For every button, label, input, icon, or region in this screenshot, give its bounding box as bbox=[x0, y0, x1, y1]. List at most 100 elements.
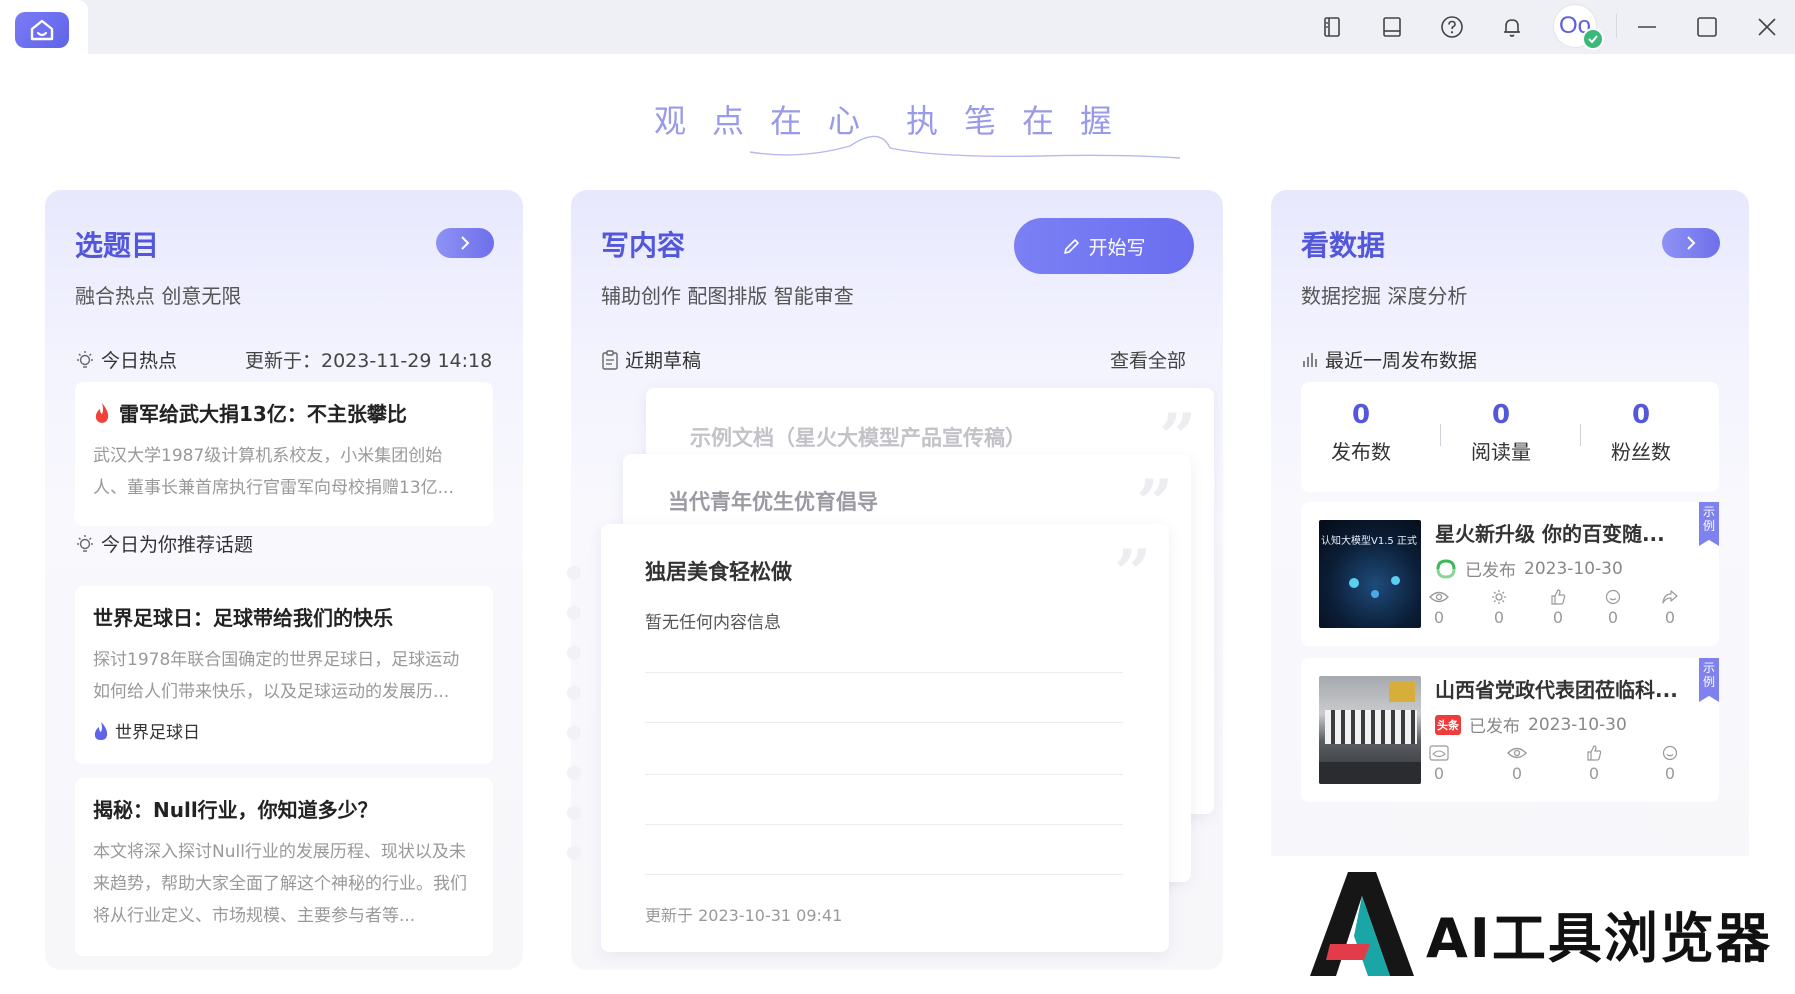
start-writing-button[interactable]: 开始写 bbox=[1014, 218, 1194, 274]
bar-chart-icon bbox=[1303, 352, 1317, 367]
article-status: 已发布 bbox=[1465, 561, 1516, 581]
bell-icon[interactable] bbox=[1495, 10, 1529, 44]
minimize-icon[interactable] bbox=[1630, 10, 1664, 44]
article-thumbnail: 认知大模型V1.5 正式 bbox=[1319, 520, 1421, 628]
data-card: 看数据 数据挖掘 深度分析 最近一周发布数据 0 发布数 0 阅读量 0 粉丝数… bbox=[1271, 190, 1749, 970]
article-status: 已发布 bbox=[1469, 717, 1520, 737]
verified-badge-icon bbox=[1582, 28, 1604, 50]
article-card[interactable]: 山西省党政代表团莅临科... 头条 已发布 2023-10-30 0 0 0 0… bbox=[1301, 658, 1719, 802]
draft-title: 示例文档（星火大模型产品宣传稿） bbox=[690, 426, 1026, 450]
slogan: 观 点 在 心 执 笔 在 握 bbox=[640, 96, 1180, 159]
metric-likes: 0 bbox=[1538, 586, 1578, 627]
home-button[interactable] bbox=[15, 12, 69, 48]
recommend-desc: 本文将深入探讨Null行业的发展历程、现状以及未来趋势，帮助大家全面了解这个神秘… bbox=[93, 842, 467, 926]
stat-value: 0 bbox=[1351, 400, 1371, 430]
stat-value: 0 bbox=[1491, 400, 1511, 430]
update-time: 更新于：2023-11-29 14:18 bbox=[245, 350, 493, 372]
metric-value: 0 bbox=[1664, 608, 1676, 627]
stat-reads: 0 阅读量 bbox=[1441, 400, 1561, 465]
card-title: 选题目 bbox=[75, 229, 160, 262]
home-icon bbox=[30, 19, 54, 41]
metric-likes: 0 bbox=[1574, 742, 1614, 783]
draft-title: 独居美食轻松做 bbox=[645, 560, 792, 584]
article-card[interactable]: 认知大模型V1.5 正式 星火新升级 你的百变随... 已发布 2023-10-… bbox=[1301, 502, 1719, 646]
stat-label: 发布数 bbox=[1331, 440, 1391, 464]
card-title: 写内容 bbox=[601, 229, 686, 262]
help-icon[interactable] bbox=[1435, 10, 1469, 44]
week-data-label: 最近一周发布数据 bbox=[1325, 350, 1478, 372]
metric-shares: 0 bbox=[1479, 586, 1519, 627]
draft-body: 暂无任何内容信息 bbox=[645, 613, 781, 633]
toutiao-badge-text: 头条 bbox=[1437, 718, 1459, 732]
binding-hole bbox=[567, 686, 581, 700]
title-bar: Oo bbox=[0, 0, 1795, 54]
thumb-up-icon bbox=[1551, 589, 1566, 605]
recommend-desc: 探讨1978年联合国确定的世界足球日，足球运动如何给人们带来快乐，以及足球运动的… bbox=[93, 650, 460, 702]
chevron-right-icon bbox=[1687, 236, 1696, 250]
slogan-char: 观 bbox=[654, 102, 707, 140]
divider bbox=[645, 774, 1123, 775]
stat-label: 阅读量 bbox=[1471, 440, 1531, 464]
stat-label: 粉丝数 bbox=[1611, 440, 1671, 464]
article-date: 2023-10-30 bbox=[1524, 558, 1623, 579]
divider bbox=[645, 824, 1123, 825]
article-thumbnail bbox=[1319, 676, 1421, 784]
recommend-card[interactable]: 揭秘：Null行业，你知道多少？ 本文将深入探讨Null行业的发展历程、现状以及… bbox=[75, 778, 493, 956]
data-more-button[interactable] bbox=[1662, 228, 1720, 258]
bulb-icon bbox=[77, 350, 93, 368]
watermark: AI工具浏览器 bbox=[1266, 856, 1795, 994]
metric-value: 0 bbox=[1607, 608, 1619, 627]
topic-more-button[interactable] bbox=[436, 228, 494, 258]
metric-impressions: 0 bbox=[1419, 742, 1459, 783]
binding-hole bbox=[567, 726, 581, 740]
thumbnail-caption: 认知大模型V1.5 正式 bbox=[1321, 536, 1417, 547]
metric-value: 0 bbox=[1552, 608, 1564, 627]
share-icon bbox=[1662, 590, 1678, 604]
sidebar-icon[interactable] bbox=[1315, 10, 1349, 44]
sample-flag: 示例 bbox=[1699, 502, 1719, 546]
card-subtitle: 融合热点 创意无限 bbox=[75, 284, 242, 308]
recommend-title: 世界足球日：足球带给我们的快乐 bbox=[93, 606, 393, 630]
topic-tag[interactable]: 世界足球日 bbox=[93, 718, 200, 743]
hot-news-desc: 武汉大学1987级计算机系校友，小米集团创始人、董事长兼首席执行官雷军向母校捐赠… bbox=[93, 446, 454, 498]
draft-updated: 更新于 2023-10-31 09:41 bbox=[645, 906, 843, 925]
quote-icon: ” bbox=[1114, 536, 1151, 611]
binding-hole bbox=[567, 646, 581, 660]
metric-value: 0 bbox=[1493, 608, 1505, 627]
flame-icon bbox=[94, 721, 108, 740]
metric-comments: 0 bbox=[1593, 586, 1633, 627]
eye-icon bbox=[1507, 747, 1527, 759]
binding-hole bbox=[567, 606, 581, 620]
preview-icon bbox=[1429, 745, 1449, 761]
article-date: 2023-10-30 bbox=[1528, 714, 1627, 735]
maximize-icon[interactable] bbox=[1690, 10, 1724, 44]
wechat-channel-icon bbox=[1436, 558, 1456, 579]
hot-news-title: 雷军给武大捐13亿：不主张攀比 bbox=[93, 398, 407, 427]
card-title: 看数据 bbox=[1301, 229, 1386, 262]
metric-value: 0 bbox=[1511, 764, 1523, 783]
metric-comments: 0 bbox=[1650, 742, 1690, 783]
recommend-card[interactable]: 世界足球日：足球带给我们的快乐 探讨1978年联合国确定的世界足球日，足球运动如… bbox=[75, 586, 493, 764]
clipboard-icon bbox=[602, 349, 618, 370]
recommend-title: 揭秘：Null行业，你知道多少？ bbox=[93, 798, 378, 822]
home-tab[interactable] bbox=[0, 0, 88, 54]
hot-section-header: 今日热点 bbox=[75, 346, 177, 373]
card-subtitle: 辅助创作 配图排版 智能审查 bbox=[601, 284, 854, 308]
recommend-section-header: 今日为你推荐话题 bbox=[75, 530, 253, 557]
view-all-link[interactable]: 查看全部 bbox=[1110, 346, 1186, 373]
watermark-logo bbox=[1310, 872, 1414, 976]
close-icon[interactable] bbox=[1750, 10, 1784, 44]
metric-value: 0 bbox=[1588, 764, 1600, 783]
week-data-header: 最近一周发布数据 bbox=[1301, 346, 1477, 373]
stat-published: 0 发布数 bbox=[1301, 400, 1421, 465]
hot-label: 今日热点 bbox=[101, 350, 178, 372]
draft-card[interactable]: 独居美食轻松做 ” 暂无任何内容信息 更新于 2023-10-31 09:41 bbox=[601, 524, 1169, 952]
article-title: 星火新升级 你的百变随... bbox=[1435, 522, 1665, 546]
divider bbox=[1616, 14, 1617, 38]
hot-news-title-text: 雷军给武大捐13亿：不主张攀比 bbox=[119, 402, 407, 426]
book-icon[interactable] bbox=[1375, 10, 1409, 44]
slogan-swoosh bbox=[749, 135, 1180, 159]
draft-title: 当代青年优生优育倡导 bbox=[668, 490, 878, 514]
hot-news-card[interactable]: 雷军给武大捐13亿：不主张攀比 武汉大学1987级计算机系校友，小米集团创始人、… bbox=[75, 382, 493, 526]
fire-icon bbox=[95, 402, 109, 423]
